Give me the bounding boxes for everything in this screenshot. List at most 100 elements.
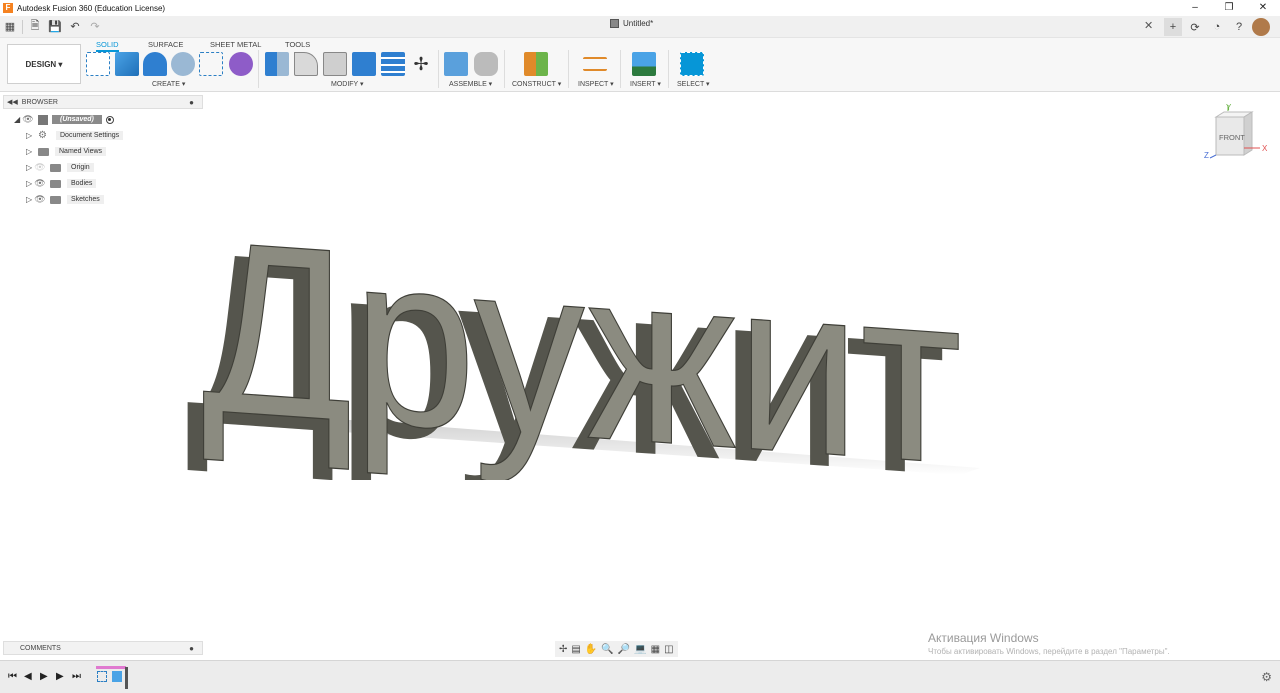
minimize-button[interactable]: – bbox=[1178, 0, 1212, 16]
undo-icon[interactable]: ↶ bbox=[65, 18, 85, 36]
window-title: Autodesk Fusion 360 (Education License) bbox=[17, 3, 166, 13]
viewports-icon[interactable]: ◫ bbox=[664, 644, 673, 655]
combine-icon[interactable] bbox=[352, 52, 376, 76]
document-icon bbox=[38, 114, 48, 125]
avatar[interactable] bbox=[1252, 18, 1270, 36]
timeline-settings-icon[interactable]: ⚙ bbox=[1261, 670, 1272, 684]
viewcube[interactable]: Y FRONT X Z bbox=[1204, 103, 1274, 163]
group-create[interactable]: CREATE ▾ bbox=[152, 80, 185, 88]
group-inspect[interactable]: INSPECT ▾ bbox=[578, 80, 614, 88]
timeline-marker[interactable] bbox=[125, 667, 128, 689]
redo-icon[interactable]: ↷ bbox=[85, 18, 105, 36]
display-settings-icon[interactable]: 💻 bbox=[634, 644, 646, 655]
tree-item-document-settings[interactable]: ▷ ⚙ Document Settings bbox=[26, 129, 124, 142]
tab-surface[interactable]: SURFACE bbox=[148, 40, 183, 49]
model-text-body[interactable]: Дружит bbox=[201, 188, 962, 480]
browser-header[interactable]: ◀◀ BROWSER ● bbox=[3, 95, 203, 109]
revolve-icon[interactable] bbox=[143, 52, 167, 76]
move-icon[interactable]: ✢ bbox=[409, 52, 433, 76]
tree-item-sketches[interactable]: ▷ 👁 Sketches bbox=[26, 193, 104, 206]
press-pull-icon[interactable] bbox=[265, 52, 289, 76]
grid-icon[interactable]: ▦ bbox=[651, 644, 660, 655]
workspace-switcher[interactable]: DESIGN ▾ bbox=[7, 44, 81, 84]
help-icon[interactable]: ? bbox=[1230, 18, 1248, 36]
pan-icon[interactable]: ✋ bbox=[585, 644, 597, 655]
divider bbox=[438, 50, 439, 88]
group-insert[interactable]: INSERT ▾ bbox=[630, 80, 661, 88]
tab-tools[interactable]: TOOLS bbox=[285, 40, 310, 49]
hole-icon[interactable] bbox=[171, 52, 195, 76]
select-icon[interactable] bbox=[680, 52, 704, 76]
new-tab-icon[interactable]: + bbox=[1164, 18, 1182, 36]
windows-activation-watermark: Активация Windows Чтобы активировать Win… bbox=[928, 631, 1170, 656]
step-forward-icon[interactable]: ▶ bbox=[56, 671, 64, 682]
create-sketch-icon[interactable] bbox=[86, 52, 110, 76]
timeline: ⏮ ◀ ▶ ▶ ⏭ ⚙ bbox=[0, 660, 1280, 693]
expand-icon[interactable]: ▷ bbox=[26, 163, 34, 172]
restore-button[interactable]: ❐ bbox=[1212, 0, 1246, 16]
group-modify[interactable]: MODIFY ▾ bbox=[331, 80, 364, 88]
tree-root-label: (Unsaved) bbox=[52, 115, 102, 124]
extensions-icon[interactable]: ⟳ bbox=[1186, 18, 1204, 36]
job-status-icon[interactable]: ◔ bbox=[1208, 18, 1226, 36]
tree-item-label: Origin bbox=[67, 163, 94, 172]
title-bar: F Autodesk Fusion 360 (Education License… bbox=[0, 0, 1280, 16]
visibility-icon[interactable]: 👁 bbox=[34, 162, 46, 173]
split-body-icon[interactable] bbox=[381, 52, 405, 76]
expand-icon[interactable]: ▷ bbox=[26, 131, 34, 140]
activate-radio-icon[interactable] bbox=[105, 115, 114, 124]
visibility-icon[interactable]: 👁 bbox=[22, 114, 34, 125]
axis-y-label: Y bbox=[1226, 103, 1232, 112]
insert-image-icon[interactable] bbox=[632, 52, 656, 76]
form-icon[interactable] bbox=[229, 52, 253, 76]
collapse-icon[interactable]: ◀◀ bbox=[7, 98, 18, 106]
offset-plane-icon[interactable] bbox=[524, 52, 548, 76]
group-construct[interactable]: CONSTRUCT ▾ bbox=[512, 80, 561, 88]
divider bbox=[668, 50, 669, 88]
timeline-sketch-icon[interactable] bbox=[97, 671, 107, 682]
file-menu-icon[interactable]: 🗎 bbox=[25, 18, 45, 36]
browser-title: BROWSER bbox=[21, 98, 58, 106]
group-assemble[interactable]: ASSEMBLE ▾ bbox=[449, 80, 492, 88]
fillet-icon[interactable] bbox=[294, 52, 318, 76]
pattern-icon[interactable] bbox=[199, 52, 223, 76]
visibility-icon[interactable]: 👁 bbox=[34, 194, 46, 205]
step-back-icon[interactable]: ◀ bbox=[24, 671, 32, 682]
tab-solid[interactable]: SOLID bbox=[96, 40, 119, 52]
pin-icon[interactable]: ● bbox=[189, 98, 194, 107]
group-select[interactable]: SELECT ▾ bbox=[677, 80, 710, 88]
shell-icon[interactable] bbox=[323, 52, 347, 76]
fit-icon[interactable]: 🔎 bbox=[618, 644, 630, 655]
close-tab-icon[interactable]: ✕ bbox=[1144, 19, 1153, 32]
document-cube-icon bbox=[610, 19, 619, 28]
navigation-bar: ✢ ▤ ✋ 🔍 🔎 💻 ▦ ◫ bbox=[555, 641, 678, 657]
document-tab[interactable]: Untitled* bbox=[610, 19, 653, 28]
tab-sheet-metal[interactable]: SHEET METAL bbox=[210, 40, 261, 49]
play-icon[interactable]: ▶ bbox=[40, 671, 48, 682]
expand-icon[interactable]: ▷ bbox=[26, 195, 34, 204]
go-to-end-icon[interactable]: ⏭ bbox=[72, 671, 81, 682]
save-icon[interactable]: 💾 bbox=[45, 18, 65, 36]
pin-icon[interactable]: ● bbox=[189, 644, 194, 653]
orbit-icon[interactable]: ✢ bbox=[559, 644, 567, 655]
go-to-start-icon[interactable]: ⏮ bbox=[8, 671, 17, 682]
measure-icon[interactable] bbox=[583, 57, 607, 71]
look-at-icon[interactable]: ▤ bbox=[571, 644, 580, 655]
new-component-icon[interactable] bbox=[444, 52, 468, 76]
expand-icon[interactable]: ▷ bbox=[26, 147, 34, 156]
joint-icon[interactable] bbox=[474, 52, 498, 76]
model-viewport[interactable]: Дружит Дружит bbox=[170, 170, 1000, 480]
tree-item-named-views[interactable]: ▷ Named Views bbox=[26, 145, 107, 158]
tree-item-bodies[interactable]: ▷ 👁 Bodies bbox=[26, 177, 97, 190]
app-grid-icon[interactable]: ▦ bbox=[0, 18, 20, 36]
expand-icon[interactable]: ▷ bbox=[26, 179, 34, 188]
close-button[interactable]: ✕ bbox=[1246, 0, 1280, 16]
tree-root[interactable]: ◢ 👁 (Unsaved) bbox=[14, 113, 114, 126]
visibility-icon[interactable]: 👁 bbox=[34, 178, 46, 189]
tree-item-origin[interactable]: ▷ 👁 Origin bbox=[26, 161, 94, 174]
comments-panel[interactable]: COMMENTS ● bbox=[3, 641, 203, 655]
timeline-extrude-icon[interactable] bbox=[112, 671, 122, 682]
zoom-icon[interactable]: 🔍 bbox=[601, 644, 613, 655]
extrude-icon[interactable] bbox=[115, 52, 139, 76]
expand-icon[interactable]: ◢ bbox=[14, 115, 22, 124]
